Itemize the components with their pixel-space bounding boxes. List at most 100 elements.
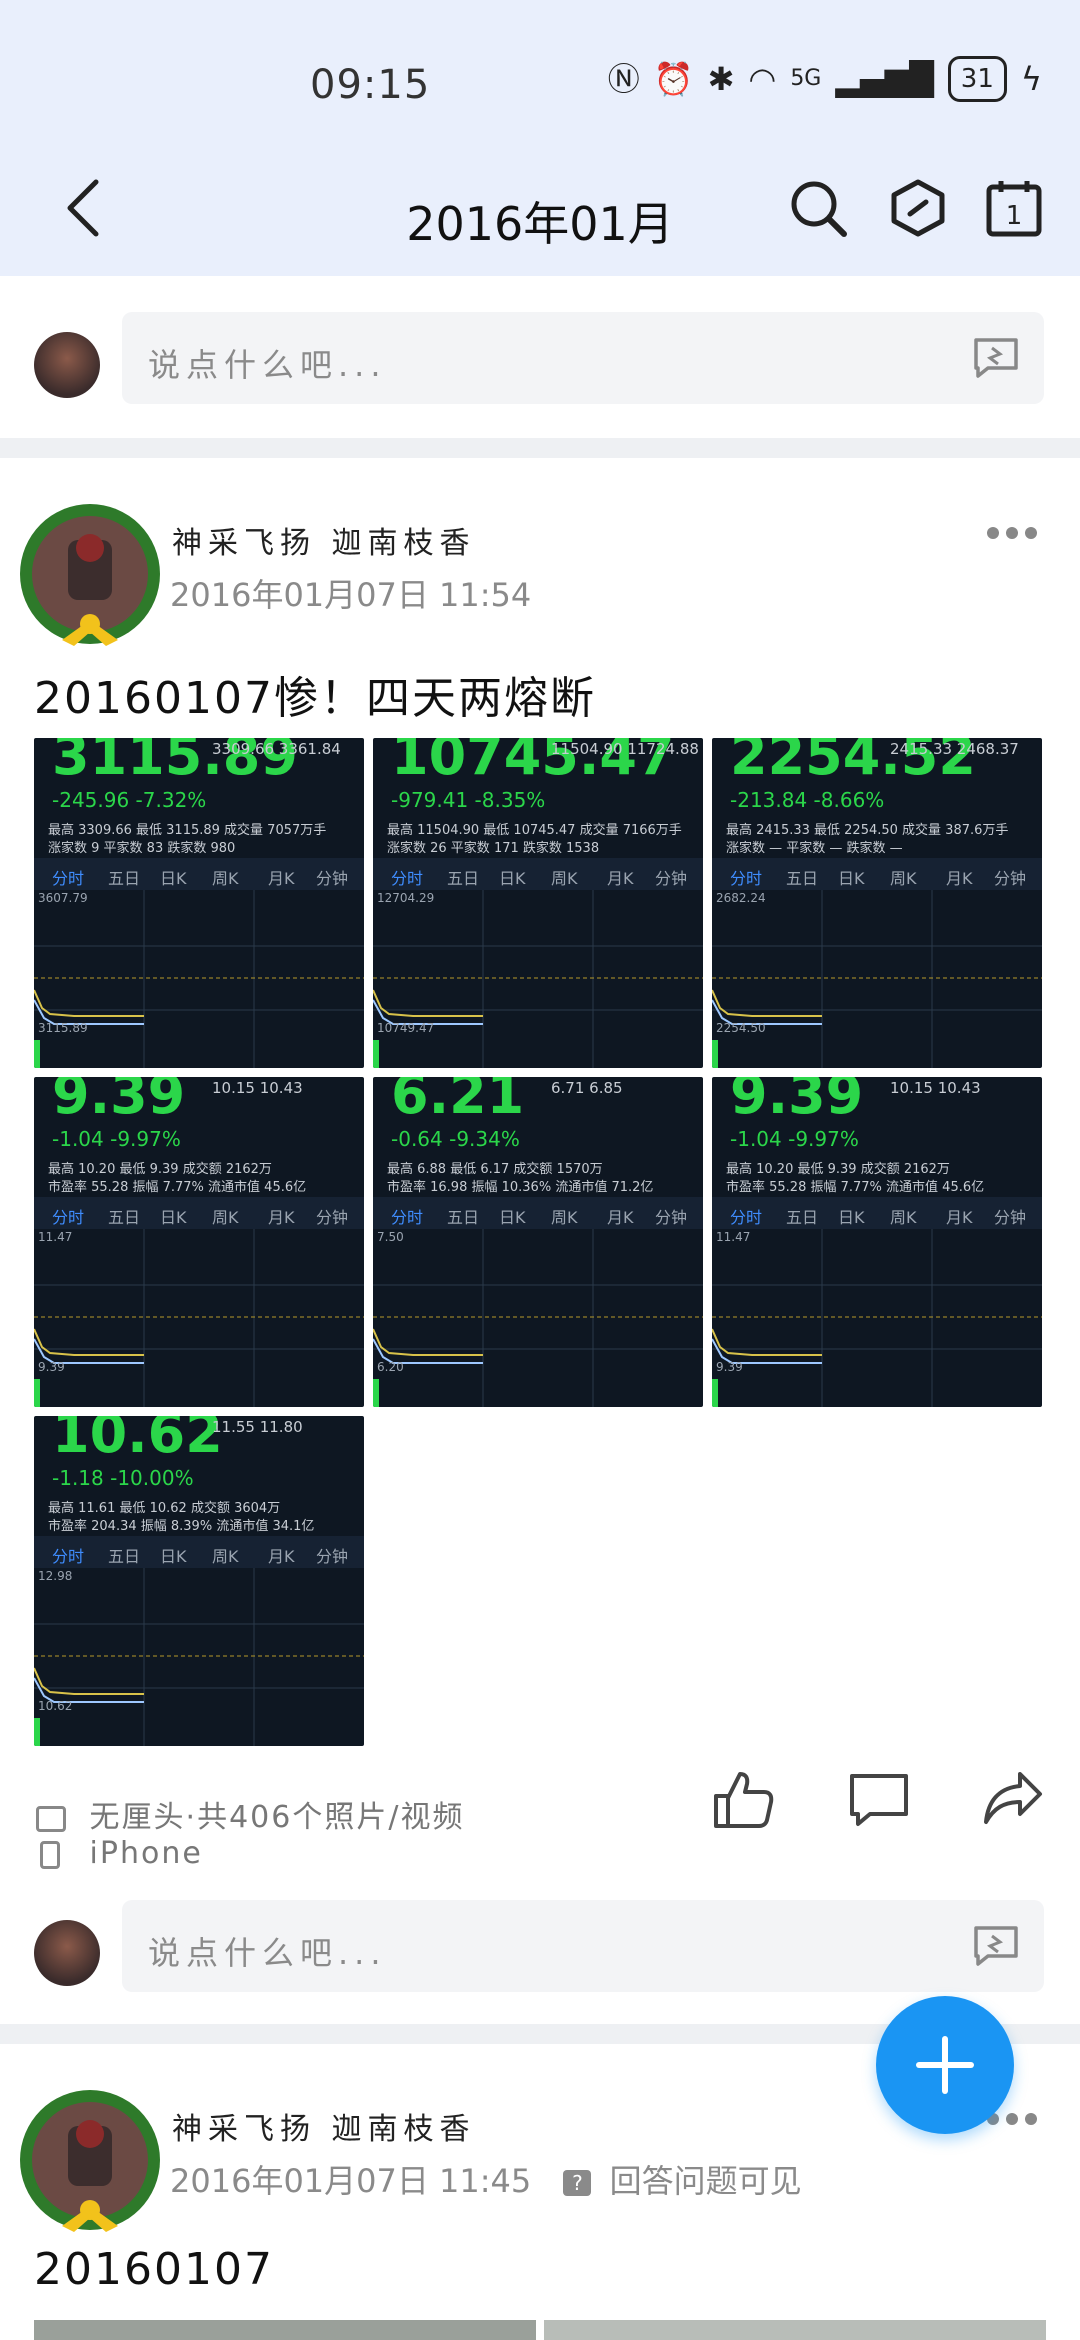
chart-tab: 周K	[212, 1547, 239, 1566]
search-icon[interactable]	[788, 178, 848, 238]
chart-tab: 分钟	[994, 1208, 1027, 1227]
stock-screenshot-thumbnail[interactable]: 6.21 -0.64 -9.34% 6.71 6.85 最高 6.88 最低 6.17…	[373, 1077, 703, 1407]
chart-tab: 周K	[551, 1208, 578, 1227]
price-change: -245.96 -7.32%	[52, 788, 207, 812]
bluetooth-icon: ✱	[707, 60, 735, 98]
chart-tab: 月K	[946, 869, 973, 888]
signal-icon: ▂▄▆█	[835, 60, 934, 98]
device-info: iPhone	[36, 1836, 203, 1871]
stock-stats: 最高 2415.33 最低 2254.50 成交量 387.6万手	[726, 823, 1009, 838]
stock-stats: 最高 3309.66 最低 3115.89 成交量 7057万手	[48, 823, 327, 838]
chart-tab: 五日	[108, 1208, 141, 1227]
post-time-label: 2016年01月07日 11:45	[170, 2162, 532, 2200]
stock-stats: 10.15 10.43	[890, 1079, 981, 1097]
post-image[interactable]	[34, 2320, 536, 2340]
stock-screenshot-thumbnail[interactable]: 3115.89 -245.96 -7.32% 3309.66 3361.84 最高 3…	[34, 738, 364, 1068]
intraday-chart: 11.47 9.39	[712, 1229, 1042, 1407]
nfc-icon: Ⓝ	[607, 60, 640, 98]
scale-top: 12704.29	[377, 891, 434, 905]
post-time: 2016年01月07日 11:54	[170, 576, 532, 614]
price-change: -1.04 -9.97%	[730, 1127, 859, 1151]
comment-icon[interactable]	[848, 1768, 910, 1830]
chart-tab: 周K	[212, 1208, 239, 1227]
comment-input[interactable]: 说点什么吧...	[122, 1900, 1044, 1992]
post-text: 20160107惨！四天两熔断	[34, 673, 596, 724]
chart-tab: 五日	[108, 869, 141, 888]
chart-tab: 分时	[52, 1547, 85, 1566]
thumbs-up-icon[interactable]	[712, 1768, 774, 1830]
more-icon[interactable]	[986, 2112, 1038, 2126]
comment-input[interactable]: 说点什么吧...	[122, 312, 1044, 404]
chart-tab: 分时	[52, 869, 85, 888]
scale-low: 2254.50	[716, 1021, 766, 1035]
chart-tab: 日K	[160, 1208, 187, 1227]
stock-screenshot-thumbnail[interactable]: 10.62 -1.18 -10.00% 11.55 11.80 最高 11.61 最低…	[34, 1416, 364, 1746]
post-author[interactable]: 神采飞扬 迦南枝香	[172, 2104, 476, 2148]
chart-tabs: 分时 五日 日K 周K 月K 分钟	[712, 1197, 1042, 1229]
post-image[interactable]	[544, 2320, 1046, 2340]
scale-top: 7.50	[377, 1230, 404, 1244]
calendar-icon[interactable]: 1	[984, 178, 1044, 238]
chart-tabs: 分时 五日 日K 周K 月K 分钟	[34, 858, 364, 890]
scale-low: 9.39	[38, 1360, 65, 1374]
stock-stats: 涨家数 9 平家数 83 跌家数 980	[48, 841, 236, 856]
divider	[0, 438, 1080, 458]
chart-tab: 月K	[268, 869, 295, 888]
hexagon-icon[interactable]	[888, 178, 948, 238]
comment-placeholder: 说点什么吧...	[148, 1934, 387, 1972]
stock-stats: 最高 10.20 最低 9.39 成交额 2162万	[726, 1162, 950, 1177]
chart-tab: 分钟	[316, 869, 349, 888]
album-info[interactable]: 无厘头·共406个照片/视频	[36, 1792, 464, 1836]
stock-stats: 3309.66 3361.84	[212, 740, 341, 758]
stock-stats: 10.15 10.43	[212, 1079, 303, 1097]
comment-bar: 说点什么吧...	[0, 298, 1080, 418]
stock-screenshot-thumbnail[interactable]: 9.39 -1.04 -9.97% 10.15 10.43 最高 10.20 最低 9…	[712, 1077, 1042, 1407]
chart-tab: 月K	[268, 1547, 295, 1566]
intraday-chart: 11.47 9.39	[34, 1229, 364, 1407]
chart-tabs: 分时 五日 日K 周K 月K 分钟	[373, 858, 703, 890]
battery-indicator: 31	[947, 56, 1007, 102]
message-icon[interactable]	[972, 1924, 1020, 1966]
avatar[interactable]	[34, 1920, 100, 1986]
avatar[interactable]	[12, 2086, 168, 2242]
avatar[interactable]	[12, 500, 168, 656]
status-time: 09:15	[310, 62, 431, 108]
stock-screenshot-thumbnail[interactable]: 2254.52 -213.84 -8.66% 2415.33 2468.37 最高 2…	[712, 738, 1042, 1068]
intraday-chart: 3607.79 3115.89	[34, 890, 364, 1068]
stock-screenshot-thumbnail[interactable]: 9.39 -1.04 -9.97% 10.15 10.43 最高 10.20 最低 9…	[34, 1077, 364, 1407]
scale-low: 3115.89	[38, 1021, 88, 1035]
chart-tab: 分钟	[316, 1547, 349, 1566]
stock-stats: 市盈率 16.98 振幅 10.36% 流通市值 71.2亿	[387, 1180, 654, 1195]
share-icon[interactable]	[982, 1768, 1044, 1830]
scale-low: 10749.47	[377, 1021, 434, 1035]
alarm-icon: ⏰	[653, 60, 694, 98]
plus-icon[interactable]	[876, 1996, 1014, 2134]
post-time: 2016年01月07日 11:45 ? 回答问题可见	[170, 2156, 802, 2202]
price-change: -979.41 -8.35%	[391, 788, 546, 812]
more-icon[interactable]	[986, 526, 1038, 540]
chart-tab: 月K	[268, 1208, 295, 1227]
avatar[interactable]	[34, 332, 100, 398]
chart-tab: 五日	[786, 1208, 819, 1227]
stock-stats: 6.71 6.85	[551, 1079, 623, 1097]
price-value: 6.21	[391, 1077, 525, 1126]
chart-tab: 周K	[890, 869, 917, 888]
chart-tab: 周K	[551, 869, 578, 888]
chart-tab: 日K	[160, 1547, 187, 1566]
app-header: 09:15 Ⓝ ⏰ ✱ ◠ 5G ▂▄▆█ 31 ϟ 2016年01月 1	[0, 0, 1080, 276]
wifi-icon: ◠	[748, 60, 777, 98]
chart-tab: 分钟	[655, 869, 688, 888]
price-change: -213.84 -8.66%	[730, 788, 885, 812]
chart-tab: 分时	[730, 869, 763, 888]
intraday-chart: 7.50 6.20	[373, 1229, 703, 1407]
chart-tab: 日K	[499, 1208, 526, 1227]
chart-tab: 日K	[838, 869, 865, 888]
price-value: 9.39	[730, 1077, 864, 1126]
message-icon[interactable]	[972, 336, 1020, 378]
stock-screenshot-thumbnail[interactable]: 10745.47 -979.41 -8.35% 11504.90 11724.88 最…	[373, 738, 703, 1068]
album-label: 无厘头·共406个照片/视频	[89, 1800, 465, 1835]
charging-icon: ϟ	[1020, 60, 1042, 98]
chart-tab: 五日	[786, 869, 819, 888]
chart-tab: 五日	[447, 1208, 480, 1227]
post-author[interactable]: 神采飞扬 迦南枝香	[172, 518, 476, 562]
